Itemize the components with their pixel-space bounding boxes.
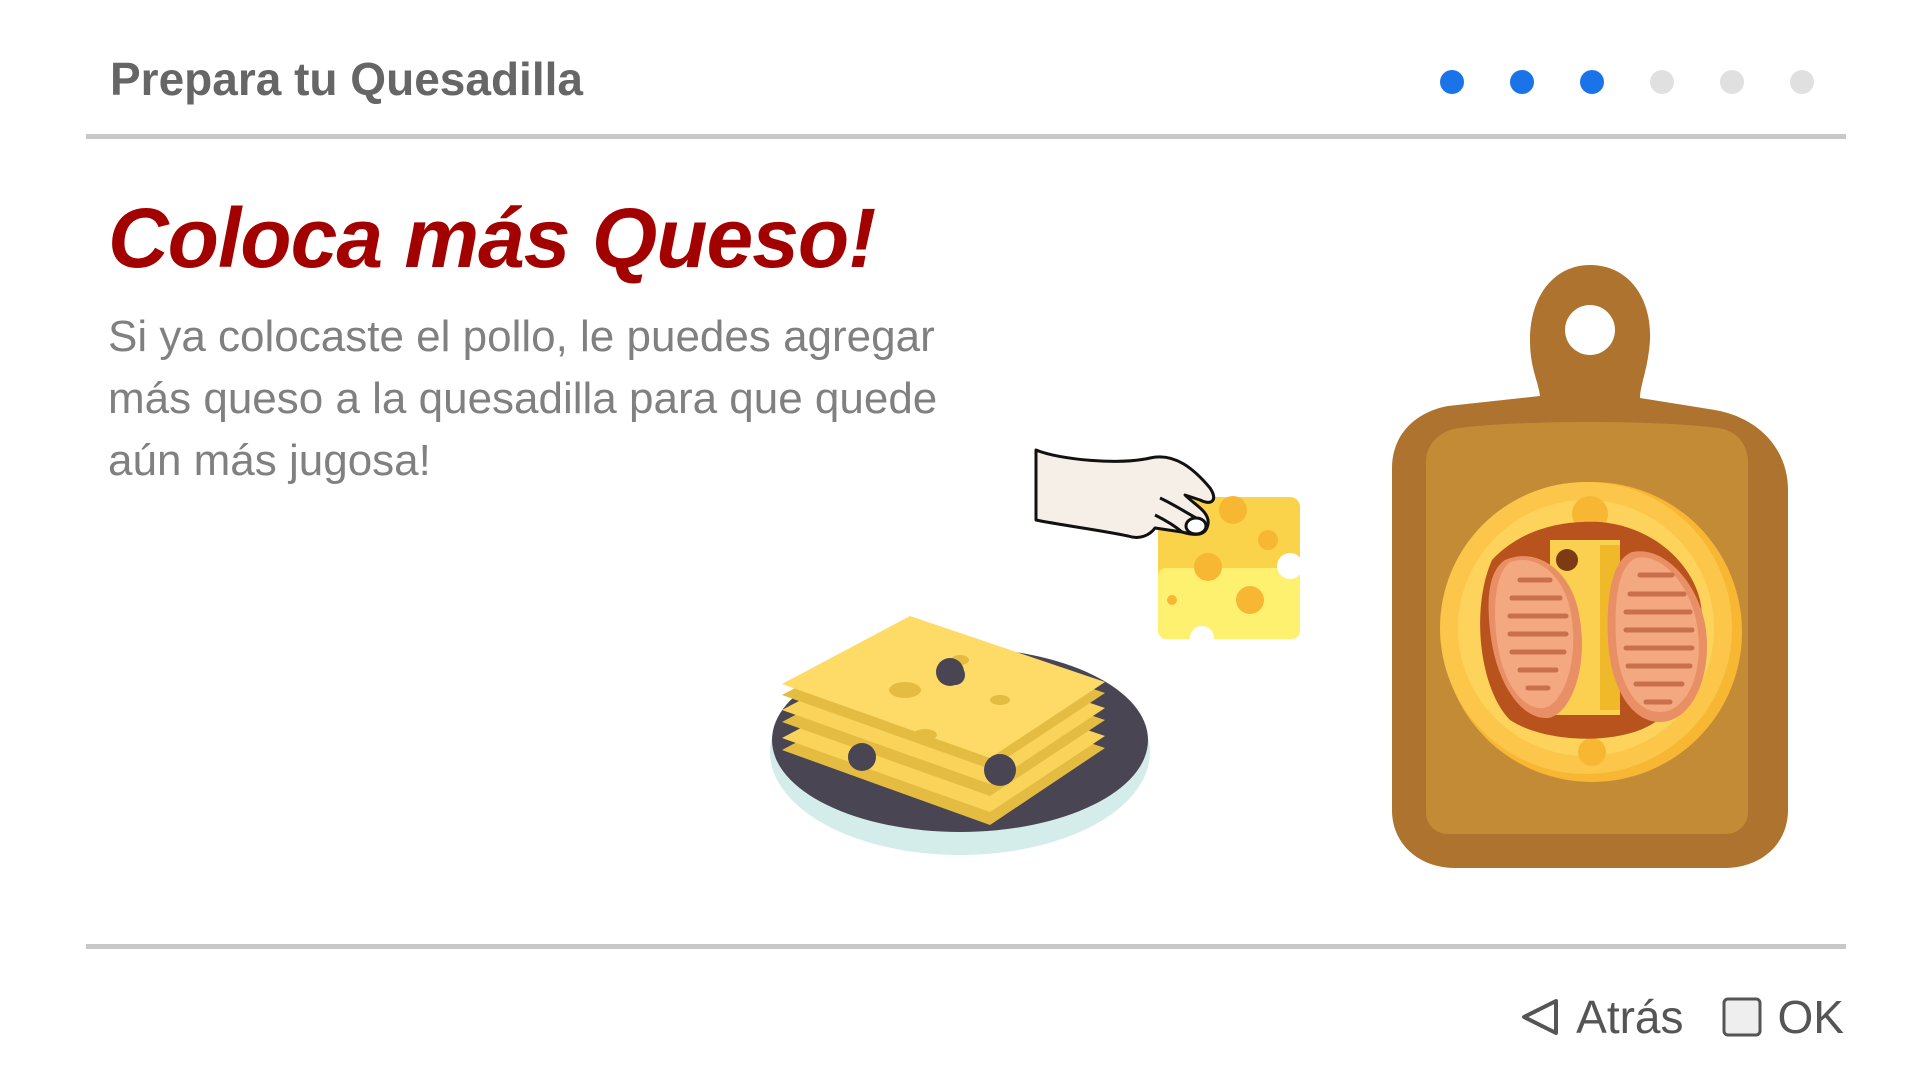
step-illustration <box>770 265 1788 868</box>
footer-divider <box>86 944 1846 949</box>
cheese-plate-illustration <box>770 616 1150 855</box>
quesadilla-illustration <box>1440 482 1742 782</box>
triangle-left-icon <box>1518 995 1562 1039</box>
footer-nav: Atrás OK <box>1518 990 1844 1044</box>
back-button[interactable]: Atrás <box>1518 990 1684 1044</box>
square-icon <box>1720 995 1764 1039</box>
ok-label: OK <box>1777 991 1844 1043</box>
hand-with-cheese-illustration <box>1034 448 1303 650</box>
back-label: Atrás <box>1576 991 1684 1043</box>
ok-button[interactable]: OK <box>1720 990 1844 1044</box>
